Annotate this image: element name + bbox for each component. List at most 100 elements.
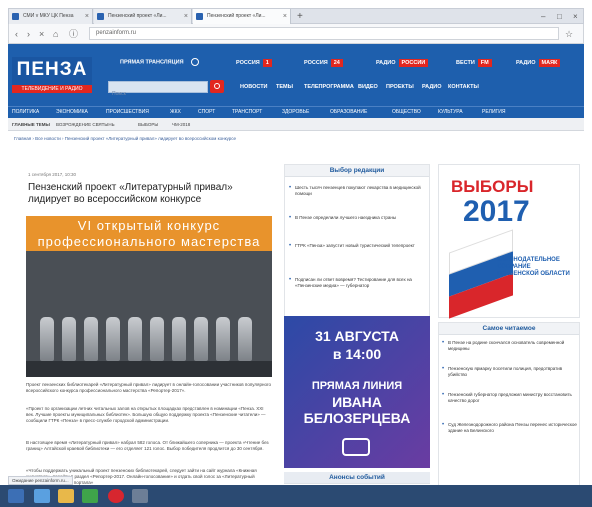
category-link[interactable]: ЗДОРОВЬЕ: [282, 108, 309, 117]
back-icon[interactable]: ‹: [15, 28, 18, 40]
close-window-icon[interactable]: ×: [573, 9, 578, 24]
browser-tab[interactable]: Пензенский проект «Ли... ×: [94, 9, 192, 24]
menu-topics[interactable]: ТЕМЫ: [276, 84, 293, 90]
broadcast-icon: [342, 438, 370, 456]
category-link[interactable]: КУЛЬТУРА: [438, 108, 463, 117]
article-paragraph: В настоящее время «Литературный привал» …: [26, 440, 269, 451]
banner-line3: БЕЛОЗЕРЦЕВА: [303, 410, 411, 426]
menu-tv-program[interactable]: ТЕЛЕПРОГРАММА: [304, 84, 354, 90]
subnav-link[interactable]: ВОЗРОЖДЕНИЕ СВЯТЫНЬ: [56, 120, 115, 129]
article-photo: [26, 251, 272, 377]
tab-label: СМИ v МКУ ЦК Пенза: [23, 13, 74, 19]
list-item[interactable]: Пензенскую ярмарку посетили полиция, пре…: [442, 366, 578, 378]
category-link[interactable]: ПОЛИТИКА: [12, 108, 39, 117]
menu-projects[interactable]: ПРОЕКТЫ: [386, 84, 414, 90]
contest-line2: профессионального мастерства: [37, 234, 261, 249]
play-icon: [191, 58, 200, 66]
logo-subtitle: ТЕЛЕВИДЕНИЕ И РАДИО: [12, 85, 92, 93]
elections-year: 2017: [463, 195, 530, 228]
menu-radio[interactable]: РАДИО: [422, 84, 442, 90]
home-icon[interactable]: ⌂: [53, 28, 58, 40]
article-date: 1 сентября 2017, 10:30: [28, 172, 76, 177]
list-item[interactable]: Подписан ли ответ вовремя? Тестирование …: [289, 277, 427, 289]
favicon-icon: [97, 13, 104, 20]
app-icon[interactable]: [132, 489, 148, 503]
category-link[interactable]: ТРАНСПОРТ: [232, 108, 262, 117]
contest-line1: VI открытый конкурс: [77, 218, 221, 233]
live-stream-link[interactable]: ПРЯМАЯ ТРАНСЛЯЦИЯ: [120, 58, 200, 66]
site-header: [8, 44, 584, 106]
article-paragraph: Проект пензенских библиотекарей «Литерат…: [26, 382, 272, 393]
info-icon[interactable]: ⓘ: [69, 28, 78, 40]
stop-icon[interactable]: ×: [39, 28, 44, 40]
editors-choice-title: Выбор редакции: [285, 165, 429, 177]
banner-line2: ИВАНА: [332, 394, 382, 410]
banner-date: 31 АВГУСТА: [315, 328, 399, 344]
breadcrumb[interactable]: Главная › Все новости › Пензенский проек…: [14, 136, 236, 141]
browser-tab-bar: СМИ v МКУ ЦК Пенза × Пензенский проект «…: [8, 8, 584, 24]
banner-time: в 14:00: [332, 346, 382, 362]
address-bar[interactable]: penzainform.ru: [89, 27, 559, 40]
channel-link[interactable]: ВЕСТИ FM: [456, 59, 492, 67]
forward-icon[interactable]: ›: [27, 28, 30, 40]
channel-link[interactable]: РОССИЯ 24: [304, 59, 343, 67]
list-item[interactable]: Шесть тысяч пензенцев покупают лекарства…: [289, 185, 427, 197]
browser-nav-bar: ‹ › × ⌂ ⓘ penzainform.ru ☆: [8, 24, 584, 44]
menu-contacts[interactable]: КОНТАКТЫ: [448, 84, 479, 90]
category-nav: ПОЛИТИКА ЭКОНОМИКА ПРОИСШЕСТВИЯ ЖКХ СПОР…: [8, 106, 584, 118]
menu-news[interactable]: НОВОСТИ: [240, 84, 268, 90]
live-line-banner[interactable]: 31 АВГУСТА в 14:00 ПРЯМАЯ ЛИНИЯ ИВАНА БЕ…: [284, 316, 430, 468]
most-read-title: Самое читаемое: [439, 323, 579, 335]
website: ПЕНЗА ТЕЛЕВИДЕНИЕ И РАДИО ПРЯМАЯ ТРАНСЛЯ…: [8, 44, 584, 504]
close-icon[interactable]: ×: [184, 9, 188, 24]
sub-nav: ГЛАВНЫЕ ТЕМЫ ВОЗРОЖДЕНИЕ СВЯТЫНЬ ВЫБОРЫ …: [8, 118, 584, 131]
site-logo[interactable]: ПЕНЗА: [12, 57, 92, 85]
maximize-icon[interactable]: □: [557, 9, 562, 24]
elections-title: ВЫБОРЫ: [451, 177, 534, 196]
category-link[interactable]: ОБРАЗОВАНИЕ: [330, 108, 367, 117]
browser-tab-active[interactable]: Пензенский проект «Ли... ×: [193, 9, 291, 24]
elections-banner[interactable]: ВЫБОРЫ 2017 ЗАКОНОДАТЕЛЬНОЕ СОБРАНИЕ ПЕН…: [438, 164, 580, 319]
media-icon[interactable]: [82, 489, 98, 503]
announcements-title: Анонсы событий: [284, 472, 430, 484]
new-tab-icon[interactable]: +: [297, 9, 303, 24]
tab-label: Пензенский проект «Ли...: [108, 13, 167, 19]
favicon-icon: [12, 13, 19, 20]
bookmark-icon[interactable]: ☆: [565, 28, 573, 40]
article-title: Пензенский проект «Литературный привал» …: [28, 182, 233, 205]
opera-icon[interactable]: [108, 489, 124, 503]
category-link[interactable]: ОБЩЕСТВО: [392, 108, 421, 117]
category-link[interactable]: РЕЛИГИЯ: [482, 108, 505, 117]
folder-icon[interactable]: [58, 489, 74, 503]
category-link[interactable]: ЖКХ: [170, 108, 181, 117]
minimize-icon[interactable]: –: [541, 9, 545, 24]
taskbar: [0, 485, 592, 507]
menu-video[interactable]: ВИДЕО: [358, 84, 378, 90]
close-icon[interactable]: ×: [283, 9, 287, 24]
close-icon[interactable]: ×: [85, 9, 89, 24]
category-link[interactable]: СПОРТ: [198, 108, 215, 117]
channel-link[interactable]: РОССИЯ 1: [236, 59, 272, 67]
list-item[interactable]: В Пензе определили лучшего наездника стр…: [289, 215, 427, 221]
list-item[interactable]: В Пензе на родине скончался основатель с…: [442, 340, 578, 352]
subnav-link[interactable]: ГЛАВНЫЕ ТЕМЫ: [12, 120, 50, 129]
site-search-input[interactable]: Поиск: [108, 81, 208, 97]
tab-label: Пензенский проект «Ли...: [207, 13, 266, 19]
browser-tab[interactable]: СМИ v МКУ ЦК Пенза ×: [9, 9, 93, 24]
article-paragraph: «Проект по организации летних читальных …: [26, 406, 266, 423]
ie-icon[interactable]: [34, 489, 50, 503]
category-link[interactable]: ПРОИСШЕСТВИЯ: [106, 108, 149, 117]
list-item[interactable]: ГТРК «Пенза» запустит новый туристически…: [289, 243, 427, 249]
channel-link[interactable]: РАДИО РОССИИ: [376, 59, 429, 67]
favicon-icon: [196, 13, 203, 20]
subnav-link[interactable]: ЧМ-2018: [172, 120, 190, 129]
list-item[interactable]: Суд Железнодорожного района Пензы перене…: [442, 422, 578, 434]
subnav-link[interactable]: ВЫБОРЫ: [138, 120, 158, 129]
start-icon[interactable]: [8, 489, 24, 503]
elections-subtitle: ЗАКОНОДАТЕЛЬНОЕ СОБРАНИЕ ПЕНЗЕНСКОЙ ОБЛА…: [497, 257, 570, 277]
category-link[interactable]: ЭКОНОМИКА: [56, 108, 88, 117]
channel-link[interactable]: РАДИО МАЯК: [516, 59, 561, 67]
status-bar: Ожидание penzainform.ru...: [8, 476, 73, 485]
list-item[interactable]: Пензенский губернатор предложил министру…: [442, 392, 578, 404]
search-icon[interactable]: [210, 80, 224, 93]
